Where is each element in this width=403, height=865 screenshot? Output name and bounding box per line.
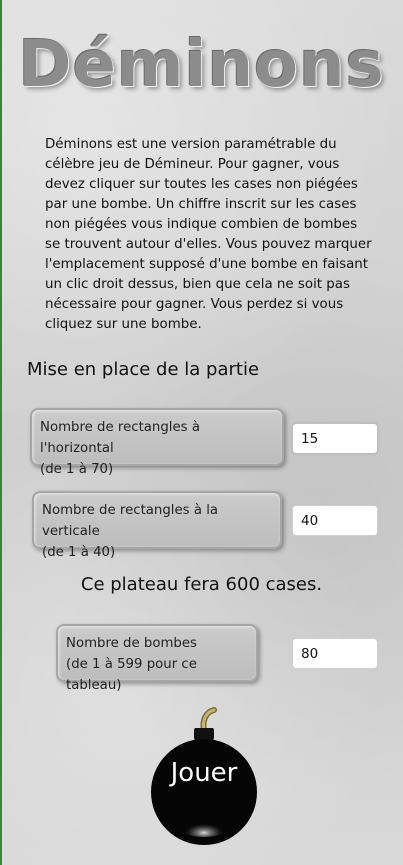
window-edge bbox=[0, 0, 2, 865]
bomb-count-label: Nombre de bombes (de 1 à 599 pour ce tab… bbox=[56, 624, 258, 693]
vertical-count-label-text: Nombre de rectangles à la verticale bbox=[42, 503, 219, 539]
vertical-count-label: Nombre de rectangles à la verticale (de … bbox=[32, 491, 282, 560]
setup-heading: Mise en place de la partie bbox=[27, 359, 260, 380]
bomb-count-range: (de 1 à 599 pour ce tableau) bbox=[66, 657, 197, 693]
page-title: Déminons bbox=[18, 28, 385, 102]
vertical-count-range: (de 1 à 40) bbox=[42, 545, 116, 560]
cells-summary: Ce plateau fera 600 cases. bbox=[80, 574, 323, 595]
bomb-count-input[interactable] bbox=[292, 638, 378, 669]
play-button[interactable]: Jouer bbox=[148, 706, 260, 846]
horizontal-count-input[interactable] bbox=[292, 423, 378, 454]
vertical-count-input[interactable] bbox=[292, 505, 378, 536]
horizontal-count-label: Nombre de rectangles à l'horizontal (de … bbox=[30, 408, 284, 477]
play-button-label: Jouer bbox=[170, 758, 238, 788]
horizontal-count-label-text: Nombre de rectangles à l'horizontal bbox=[40, 420, 200, 456]
bomb-count-label-text: Nombre de bombes bbox=[66, 636, 197, 651]
horizontal-count-range: (de 1 à 70) bbox=[40, 462, 114, 477]
game-description: Déminons est une version paramétrable du… bbox=[45, 137, 372, 332]
